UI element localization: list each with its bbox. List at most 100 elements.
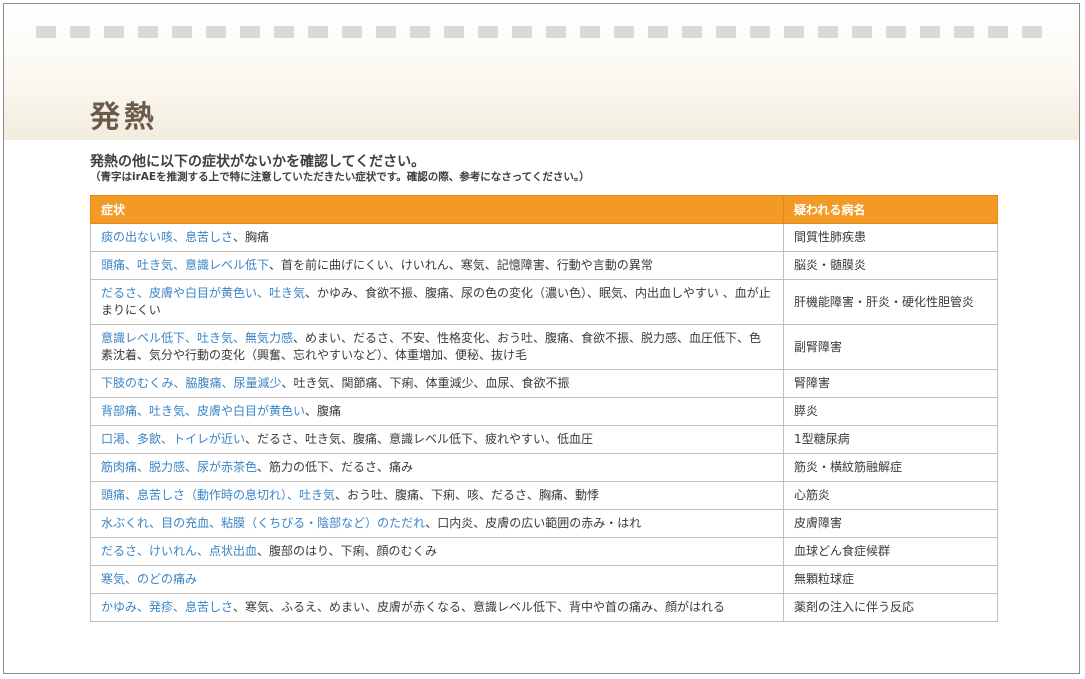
symptom-cell: 水ぶくれ、目の充血、粘膜（くちびる・陰部など）のただれ、口内炎、皮膚の広い範囲の… xyxy=(90,509,784,538)
binder-ring xyxy=(852,26,872,38)
table-row: 意識レベル低下、吐き気、無気力感、めまい、だるさ、不安、性格変化、おう吐、腹痛、… xyxy=(90,324,998,370)
key-symptoms: 下肢のむくみ、脇腹痛、尿量減少 xyxy=(101,376,282,390)
key-symptoms: 頭痛、吐き気、意識レベル低下 xyxy=(101,258,270,272)
disease-cell: 筋炎・横紋筋融解症 xyxy=(783,453,998,482)
key-symptoms: だるさ、皮膚や白目が黄色い、吐き気 xyxy=(101,286,306,300)
table-row: だるさ、けいれん、点状出血、腹部のはり、下痢、顔のむくみ 血球どん食症候群 xyxy=(90,537,998,566)
binder-ring xyxy=(750,26,770,38)
binder-ring xyxy=(988,26,1008,38)
page-frame: 発熱 発熱の他に以下の症状がないかを確認してください。 （青字はirAEを推測す… xyxy=(3,3,1080,674)
symptom-cell: だるさ、けいれん、点状出血、腹部のはり、下痢、顔のむくみ xyxy=(90,537,784,566)
table-row: 痰の出ない咳、息苦しさ、胸痛 間質性肺疾患 xyxy=(90,223,998,252)
table-row: 水ぶくれ、目の充血、粘膜（くちびる・陰部など）のただれ、口内炎、皮膚の広い範囲の… xyxy=(90,509,998,538)
symptom-cell: 背部痛、吐き気、皮膚や白目が黄色い、腹痛 xyxy=(90,397,784,426)
other-symptoms: 、吐き気、関節痛、下痢、体重減少、血尿、食欲不振 xyxy=(281,376,570,390)
binder-ring xyxy=(444,26,464,38)
binder-ring xyxy=(308,26,328,38)
key-symptoms: 頭痛、息苦しさ（動作時の息切れ）、吐き気 xyxy=(101,488,336,502)
other-symptoms: 、筋力の低下、だるさ、痛み xyxy=(257,460,414,474)
key-symptoms: 寒気、のどの痛み xyxy=(101,572,198,586)
key-symptoms: 口渇、多飲、トイレが近い xyxy=(101,432,246,446)
other-symptoms: 、腹部のはり、下痢、顔のむくみ xyxy=(257,544,438,558)
binder-ring xyxy=(36,26,56,38)
disease-cell: 膵炎 xyxy=(783,397,998,426)
other-symptoms: 、腹痛 xyxy=(305,404,342,418)
symptom-cell: 頭痛、吐き気、意識レベル低下、首を前に曲げにくい、けいれん、寒気、記憶障害、行動… xyxy=(90,251,784,280)
disease-cell: 1型糖尿病 xyxy=(783,425,998,454)
symptom-cell: 口渇、多飲、トイレが近い、だるさ、吐き気、腹痛、意識レベル低下、疲れやすい、低血… xyxy=(90,425,784,454)
disease-cell: 薬剤の注入に伴う反応 xyxy=(783,593,998,622)
header-band xyxy=(4,4,1079,140)
binder-ring xyxy=(920,26,940,38)
binder-ring xyxy=(104,26,124,38)
table-header-row: 症状 疑われる病名 xyxy=(90,195,998,224)
disease-cell: 脳炎・髄膜炎 xyxy=(783,251,998,280)
binder-ring xyxy=(682,26,702,38)
intro-text: 発熱の他に以下の症状がないかを確認してください。 xyxy=(90,154,426,170)
key-symptoms: 水ぶくれ、目の充血、粘膜（くちびる・陰部など）のただれ xyxy=(101,516,426,530)
binder-ring xyxy=(546,26,566,38)
symptom-table: 症状 疑われる病名 痰の出ない咳、息苦しさ、胸痛 間質性肺疾患 頭痛、吐き気、意… xyxy=(90,195,998,622)
table-row: かゆみ、発疹、息苦しさ、寒気、ふるえ、めまい、皮膚が赤くなる、意識レベル低下、背… xyxy=(90,593,998,622)
binder-ring xyxy=(172,26,192,38)
symptom-cell: 意識レベル低下、吐き気、無気力感、めまい、だるさ、不安、性格変化、おう吐、腹痛、… xyxy=(90,324,784,370)
table-row: 頭痛、息苦しさ（動作時の息切れ）、吐き気、おう吐、腹痛、下痢、咳、だるさ、胸痛、… xyxy=(90,481,998,510)
symptom-cell: 痰の出ない咳、息苦しさ、胸痛 xyxy=(90,223,784,252)
disease-cell: 副腎障害 xyxy=(783,324,998,370)
disease-cell: 無顆粒球症 xyxy=(783,565,998,594)
disease-cell: 心筋炎 xyxy=(783,481,998,510)
disease-cell: 肝機能障害・肝炎・硬化性胆管炎 xyxy=(783,279,998,325)
disease-cell: 血球どん食症候群 xyxy=(783,537,998,566)
other-symptoms: 、だるさ、吐き気、腹痛、意識レベル低下、疲れやすい、低血圧 xyxy=(245,432,594,446)
header-symptom: 症状 xyxy=(90,195,784,224)
note-text: （青字はirAEを推測する上で特に注意していただきたい症状です。確認の際、参考に… xyxy=(90,171,590,183)
symptom-cell: かゆみ、発疹、息苦しさ、寒気、ふるえ、めまい、皮膚が赤くなる、意識レベル低下、背… xyxy=(90,593,784,622)
binder-ring xyxy=(716,26,736,38)
binder-ring xyxy=(206,26,226,38)
binder-ring xyxy=(410,26,430,38)
symptom-cell: だるさ、皮膚や白目が黄色い、吐き気、かゆみ、食欲不振、腹痛、尿の色の変化（濃い色… xyxy=(90,279,784,325)
other-symptoms: 、口内炎、皮膚の広い範囲の赤み・はれ xyxy=(425,516,642,530)
binder-ring xyxy=(478,26,498,38)
binder-ring xyxy=(784,26,804,38)
key-symptoms: 痰の出ない咳、息苦しさ xyxy=(101,230,234,244)
key-symptoms: かゆみ、発疹、息苦しさ xyxy=(101,600,234,614)
header-disease: 疑われる病名 xyxy=(783,195,998,224)
other-symptoms: 、おう吐、腹痛、下痢、咳、だるさ、胸痛、動悸 xyxy=(335,488,600,502)
symptom-cell: 下肢のむくみ、脇腹痛、尿量減少、吐き気、関節痛、下痢、体重減少、血尿、食欲不振 xyxy=(90,369,784,398)
binder-ring xyxy=(886,26,906,38)
binder-ring xyxy=(138,26,158,38)
key-symptoms: 意識レベル低下、吐き気、無気力感 xyxy=(101,331,294,345)
binder-ring xyxy=(342,26,362,38)
binder-ring xyxy=(818,26,838,38)
other-symptoms: 、首を前に曲げにくい、けいれん、寒気、記憶障害、行動や言動の異常 xyxy=(269,258,653,272)
disease-cell: 皮膚障害 xyxy=(783,509,998,538)
binder-ring xyxy=(954,26,974,38)
symptom-cell: 筋肉痛、脱力感、尿が赤茶色、筋力の低下、だるさ、痛み xyxy=(90,453,784,482)
other-symptoms: 、寒気、ふるえ、めまい、皮膚が赤くなる、意識レベル低下、背中や首の痛み、顔がはれ… xyxy=(233,600,726,614)
binder-ring xyxy=(648,26,668,38)
binder-rings xyxy=(36,26,1059,38)
table-row: 筋肉痛、脱力感、尿が赤茶色、筋力の低下、だるさ、痛み 筋炎・横紋筋融解症 xyxy=(90,453,998,482)
binder-ring xyxy=(376,26,396,38)
key-symptoms: 背部痛、吐き気、皮膚や白目が黄色い xyxy=(101,404,306,418)
binder-ring xyxy=(70,26,90,38)
binder-ring xyxy=(1022,26,1042,38)
key-symptoms: 筋肉痛、脱力感、尿が赤茶色 xyxy=(101,460,258,474)
table-row: 下肢のむくみ、脇腹痛、尿量減少、吐き気、関節痛、下痢、体重減少、血尿、食欲不振 … xyxy=(90,369,998,398)
symptom-cell: 寒気、のどの痛み xyxy=(90,565,784,594)
binder-ring xyxy=(614,26,634,38)
key-symptoms: だるさ、けいれん、点状出血 xyxy=(101,544,258,558)
other-symptoms: 、胸痛 xyxy=(233,230,270,244)
binder-ring xyxy=(274,26,294,38)
table-row: 寒気、のどの痛み 無顆粒球症 xyxy=(90,565,998,594)
binder-ring xyxy=(512,26,532,38)
binder-ring xyxy=(240,26,260,38)
page-title: 発熱 xyxy=(90,100,158,135)
table-row: 口渇、多飲、トイレが近い、だるさ、吐き気、腹痛、意識レベル低下、疲れやすい、低血… xyxy=(90,425,998,454)
symptom-cell: 頭痛、息苦しさ（動作時の息切れ）、吐き気、おう吐、腹痛、下痢、咳、だるさ、胸痛、… xyxy=(90,481,784,510)
table-row: 頭痛、吐き気、意識レベル低下、首を前に曲げにくい、けいれん、寒気、記憶障害、行動… xyxy=(90,251,998,280)
table-row: 背部痛、吐き気、皮膚や白目が黄色い、腹痛 膵炎 xyxy=(90,397,998,426)
disease-cell: 腎障害 xyxy=(783,369,998,398)
disease-cell: 間質性肺疾患 xyxy=(783,223,998,252)
